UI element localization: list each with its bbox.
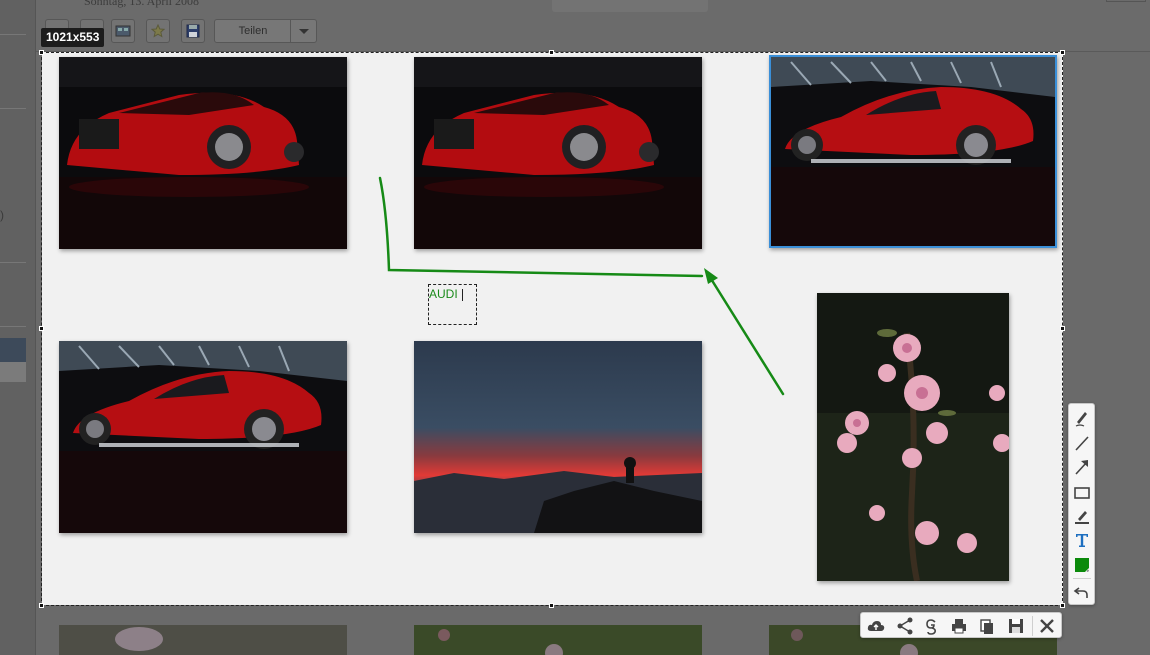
text-t-icon (1076, 534, 1088, 547)
capture-dimensions-label: 1021x553 (41, 28, 105, 47)
sidebar-selected-item[interactable] (0, 338, 26, 362)
sidebar-text: ) (0, 208, 4, 222)
google-g-icon (926, 619, 936, 635)
action-toolbar (860, 612, 1062, 638)
resize-handle-bottom-right[interactable] (1060, 603, 1065, 608)
chevron-down-icon[interactable] (290, 20, 316, 42)
copy-button[interactable] (977, 616, 997, 636)
rectangle-icon (1074, 487, 1090, 499)
photo-thumbnail (59, 625, 347, 655)
sidebar-divider (0, 108, 26, 109)
google-search-button[interactable] (922, 616, 942, 636)
annotation-text: AUDI (429, 287, 458, 301)
print-button[interactable] (949, 616, 969, 636)
resize-handle-top-left[interactable] (39, 50, 44, 55)
header-window-control[interactable] (1106, 0, 1146, 2)
arrow-tool-button[interactable] (1072, 457, 1092, 477)
header-date: Sonntag, 13. April 2008 (84, 0, 200, 8)
marker-tool-button[interactable] (1072, 506, 1092, 526)
floppy-icon (186, 24, 200, 38)
line-icon (1075, 436, 1089, 451)
copy-icon (980, 619, 993, 634)
share-label: Teilen (238, 25, 268, 37)
app-sidebar: ) (0, 0, 36, 655)
floppy-icon (1009, 619, 1023, 633)
toolbar-divider (1032, 616, 1033, 636)
resize-handle-right[interactable] (1060, 326, 1065, 331)
undo-icon (1073, 587, 1088, 598)
cloud-upload-icon (867, 621, 885, 631)
share-icon (897, 617, 913, 635)
close-button[interactable] (1037, 616, 1057, 636)
text-annotation-box[interactable]: AUDI (428, 284, 477, 325)
arrow-icon (1075, 460, 1088, 475)
thumbnail-below-1[interactable] (59, 625, 347, 655)
capture-area[interactable] (42, 52, 1063, 605)
share-dropdown-button[interactable]: Teilen (214, 19, 317, 43)
share-button[interactable] (895, 616, 915, 636)
save-button[interactable] (1006, 616, 1026, 636)
text-tool-button[interactable] (1072, 530, 1092, 550)
sidebar-divider (0, 326, 26, 327)
resize-handle-bottom[interactable] (549, 603, 554, 608)
color-swatch-icon (1075, 558, 1089, 572)
resize-handle-top-right[interactable] (1060, 50, 1065, 55)
pencil-icon (1075, 412, 1087, 427)
printer-icon (952, 619, 966, 634)
annotation-layer (378, 176, 785, 396)
line-tool-button[interactable] (1072, 433, 1092, 453)
resize-handle-left[interactable] (39, 326, 44, 331)
sidebar-divider (0, 34, 26, 35)
upload-cloud-button[interactable] (866, 616, 886, 636)
freehand-tool-button[interactable] (1072, 408, 1092, 428)
resize-handle-top[interactable] (549, 50, 554, 55)
thumbnail-below-2[interactable] (414, 625, 702, 655)
favorite-button[interactable] (146, 19, 170, 43)
toolbar-divider (1073, 578, 1091, 579)
slideshow-button[interactable] (111, 19, 135, 43)
save-button[interactable] (181, 19, 205, 43)
drawing-toolbar (1068, 403, 1095, 605)
photo-thumbnail (414, 625, 702, 655)
sidebar-divider (0, 262, 26, 263)
undo-tool-button[interactable] (1072, 582, 1092, 602)
resize-handle-bottom-left[interactable] (39, 603, 44, 608)
marker-icon (1075, 511, 1089, 524)
color-picker-button[interactable] (1072, 555, 1092, 575)
close-icon (1040, 619, 1054, 633)
star-icon (150, 23, 166, 38)
slideshow-icon (115, 25, 131, 37)
sidebar-item[interactable] (0, 362, 26, 382)
header-tab[interactable] (552, 0, 708, 12)
rectangle-tool-button[interactable] (1072, 482, 1092, 502)
